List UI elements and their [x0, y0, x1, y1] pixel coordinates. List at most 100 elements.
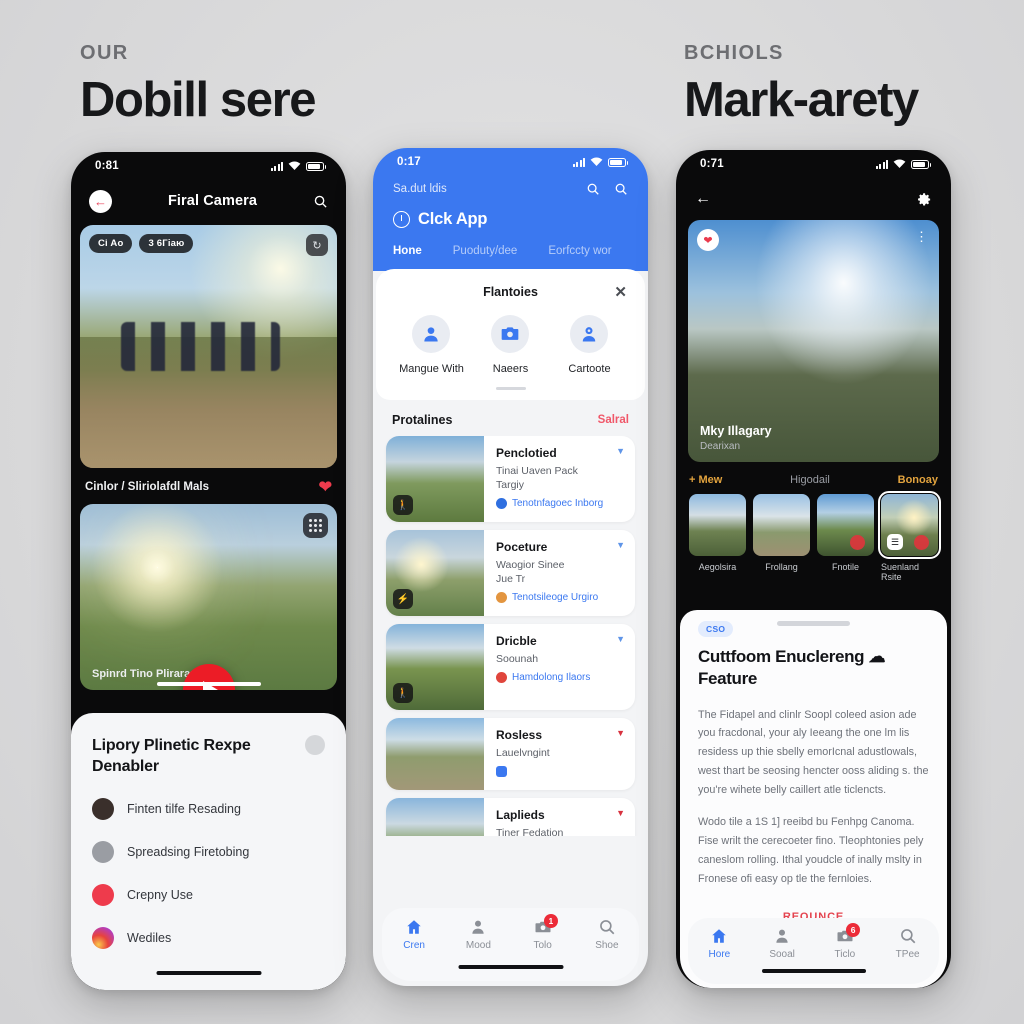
- list-item[interactable]: Finten tilfe Resading: [92, 798, 325, 821]
- back-arrow-icon[interactable]: ←: [89, 189, 112, 213]
- card-item-naeers[interactable]: Naeers: [471, 315, 549, 375]
- camera-icon: [491, 315, 530, 353]
- layers-icon[interactable]: ☰: [887, 534, 903, 550]
- table-row[interactable]: Rosless Lauelvngint ▼: [386, 718, 635, 790]
- tab-label: Cren: [403, 940, 425, 951]
- drag-handle[interactable]: [495, 387, 526, 390]
- row-link[interactable]: Hamdolong Ilaors: [496, 672, 624, 684]
- row-link[interactable]: Tenotsileoge Urgiro: [496, 592, 624, 604]
- link-dot-icon: [496, 498, 507, 510]
- list-item[interactable]: Wediles: [92, 927, 325, 950]
- hero-image-1[interactable]: Ci Ao 3 6Гіаю ↻: [80, 225, 337, 468]
- gallery-item-selected[interactable]: ☰ Suenland Rsite: [878, 491, 941, 582]
- refresh-icon[interactable]: ↻: [306, 234, 328, 256]
- list-item[interactable]: Crepny Use: [92, 884, 325, 907]
- caret-down-icon[interactable]: ▼: [616, 808, 625, 818]
- hero-badge[interactable]: Ci Ao: [89, 234, 133, 253]
- caret-down-icon[interactable]: ▼: [616, 634, 625, 644]
- person-run-icon: 🚶: [393, 495, 413, 515]
- row-thumbnail: ⚡: [386, 530, 484, 616]
- tab-label: TPee: [895, 949, 920, 960]
- hero-caption-3: Mky Illagary Dearixan: [700, 424, 772, 452]
- gallery-thumbnail: [689, 494, 746, 556]
- strip-right-action[interactable]: Bonoay: [898, 474, 938, 486]
- row-link-label: Hamdolong Ilaors: [512, 672, 591, 684]
- gear-icon[interactable]: [917, 192, 932, 207]
- tab-hone[interactable]: Hone: [393, 245, 422, 257]
- table-row[interactable]: ⚡ Poceture Waogior Sinee Jue Tr Tenotsil…: [386, 530, 635, 616]
- video-progress-bar[interactable]: [156, 682, 261, 686]
- link-dot-icon: [496, 592, 507, 604]
- tab-sooal[interactable]: Sooal: [751, 927, 814, 960]
- tab-eorfccty[interactable]: Eorfccty wor: [548, 245, 611, 257]
- gallery-item[interactable]: Frollang: [753, 494, 810, 582]
- card-item-label: Mangue With: [399, 363, 464, 375]
- row-subtitle: Soounah: [496, 653, 539, 665]
- card-title: Flantoies: [483, 285, 538, 299]
- drag-handle[interactable]: [777, 621, 850, 626]
- table-row[interactable]: 🚶 Penclotied Tinai Uaven Pack Targiy Ten…: [386, 436, 635, 522]
- card-item-mangue[interactable]: Mangue With: [392, 315, 470, 375]
- tab-hore[interactable]: Hore: [688, 927, 751, 960]
- hero-image-3[interactable]: ❤ ⋮ Mky Illagary Dearixan: [688, 220, 939, 462]
- hero-caption-text: Cinlor / Sliriolafdl Mals: [85, 481, 209, 493]
- row-link[interactable]: Tenotnfagoec Inborg: [496, 498, 624, 510]
- search-icon: [599, 920, 615, 935]
- row-thumbnail: [386, 718, 484, 790]
- tab-label: Sooal: [769, 949, 795, 960]
- kicker-right: BCHIOLS: [684, 42, 784, 64]
- search-icon[interactable]: [586, 182, 600, 196]
- search-icon: [900, 929, 915, 944]
- list-item-label: Crepny Use: [127, 888, 193, 903]
- tab-shoe[interactable]: Shoe: [575, 918, 639, 951]
- list-item[interactable]: Spreadsing Firetobing: [92, 841, 325, 864]
- add-new-button[interactable]: + Mew: [689, 474, 722, 486]
- card-item-label: Naeers: [492, 363, 529, 375]
- sheet-avatar[interactable]: [305, 735, 325, 755]
- gallery-item[interactable]: Fnotile: [817, 494, 874, 582]
- gallery-label: Fnotile: [831, 562, 859, 572]
- tab-mood[interactable]: Mood: [446, 918, 510, 951]
- heart-icon[interactable]: ❤: [319, 477, 332, 497]
- tab-ticlo[interactable]: 6 Ticlo: [814, 923, 877, 960]
- tab-cren[interactable]: Cren: [382, 918, 446, 951]
- blue-header: 0:17 Sa.dut ldis Clck App Hone Puoduty/d…: [373, 148, 648, 271]
- close-icon[interactable]: ✕: [614, 283, 627, 301]
- row-thumbnail: 🚶: [386, 436, 484, 522]
- kebab-menu-icon[interactable]: ⋮: [915, 230, 928, 243]
- hero-badge[interactable]: 3 6Гіаю: [139, 234, 194, 253]
- gallery-thumbnail: [753, 494, 810, 556]
- grid-apps-icon[interactable]: [303, 513, 328, 538]
- phone-mockup-1: 0:81 ← Firal Camera Ci Ao 3 6Гіаю ↻ Cinl…: [71, 152, 346, 990]
- tab-puoduty[interactable]: Puoduty/dee: [453, 245, 518, 257]
- sheet-header: Lipory Plinetiс Rexpe Denabler: [92, 735, 325, 777]
- table-row[interactable]: 🚶 Dricble Soounah Hamdolong Ilaors ▼: [386, 624, 635, 710]
- heart-badge-icon[interactable]: ❤: [697, 229, 719, 251]
- tab-label: Tolo: [533, 940, 552, 951]
- people-group: [121, 322, 281, 371]
- signal-bars-icon: [573, 157, 585, 167]
- tab-tpee[interactable]: TPee: [876, 927, 939, 960]
- search-row[interactable]: Sa.dut ldis: [373, 176, 648, 196]
- gallery-strip[interactable]: Aegolsira Frollang Fnotile ☰ Suenland Rs…: [676, 491, 951, 582]
- sheet-title: Lipory Plinetiс Rexpe Denabler: [92, 737, 251, 776]
- table-row[interactable]: 🚶 Laplieds Tiner Fedation Confel ▼: [386, 798, 635, 836]
- section-action[interactable]: Salral: [598, 414, 629, 426]
- card-item-cartoote[interactable]: Cartoote: [550, 315, 628, 375]
- search-input[interactable]: Sa.dut ldis: [393, 183, 447, 195]
- search-icon[interactable]: [614, 182, 628, 196]
- home-indicator: [458, 964, 563, 969]
- person-icon: [776, 929, 788, 943]
- caret-down-icon[interactable]: ▼: [616, 728, 625, 738]
- caret-down-icon[interactable]: ▼: [616, 446, 625, 456]
- gallery-thumbnail: ☰: [878, 491, 941, 559]
- search-icon[interactable]: [313, 194, 328, 209]
- back-arrow-icon[interactable]: ←: [695, 190, 711, 208]
- hero-image-2[interactable]: Spinrd Tino Pliraranс 🚶: [80, 504, 337, 690]
- content-list[interactable]: 🚶 Penclotied Tinai Uaven Pack Targiy Ten…: [373, 436, 648, 836]
- row-link[interactable]: [496, 766, 624, 778]
- notification-badge: 1: [543, 914, 558, 928]
- caret-down-icon[interactable]: ▼: [616, 540, 625, 550]
- tab-tolo[interactable]: 1 Tolo: [511, 914, 575, 951]
- gallery-item[interactable]: Aegolsira: [689, 494, 746, 582]
